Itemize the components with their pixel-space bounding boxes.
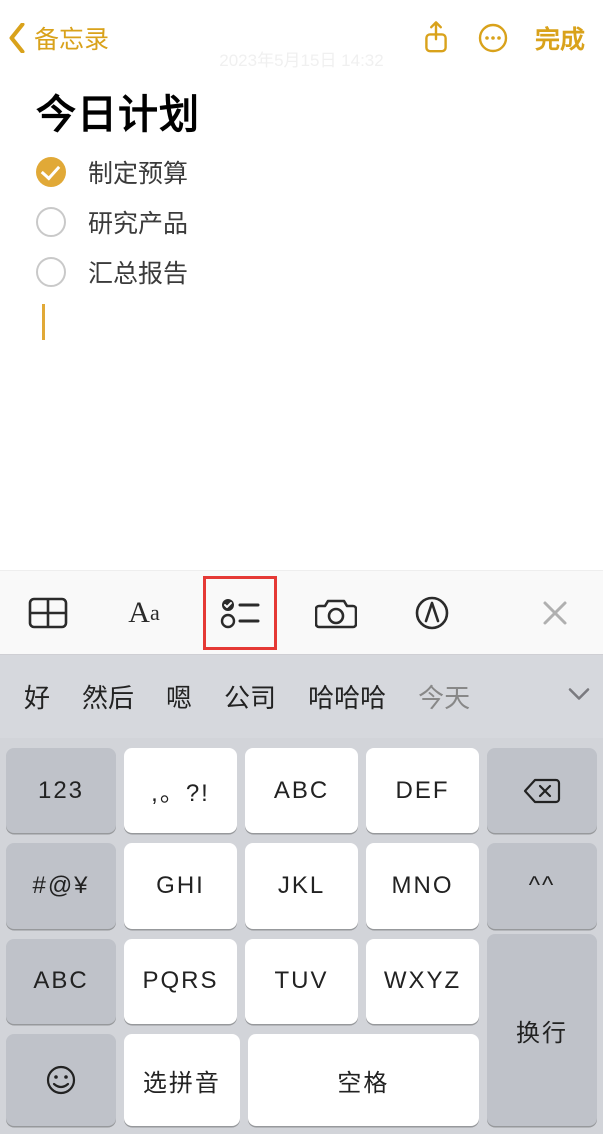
candidate-word[interactable]: 好 bbox=[8, 678, 66, 715]
checklist-item[interactable]: 制定预算 bbox=[36, 154, 567, 190]
close-icon bbox=[541, 599, 569, 627]
key-enter[interactable]: 换行 bbox=[487, 934, 597, 1126]
candidate-bar: 好 然后 嗯 公司 哈哈哈 今天 bbox=[0, 654, 603, 738]
key-abc2[interactable]: ABC bbox=[245, 748, 358, 833]
key-space[interactable]: 空格 bbox=[248, 1034, 479, 1126]
note-title[interactable]: 今日计划 bbox=[36, 82, 567, 140]
ellipsis-circle-icon bbox=[477, 22, 509, 54]
checklist-icon bbox=[220, 596, 260, 630]
checklist-item-text[interactable]: 制定预算 bbox=[88, 154, 188, 190]
nav-bar: 备忘录 完成 bbox=[0, 0, 603, 70]
key-backspace[interactable] bbox=[487, 748, 597, 833]
share-icon bbox=[421, 20, 451, 56]
key-punct[interactable]: ,。?! bbox=[124, 748, 237, 833]
text-format-button[interactable]: Aa bbox=[120, 589, 168, 637]
table-icon bbox=[28, 597, 68, 629]
key-mno[interactable]: MNO bbox=[366, 843, 479, 928]
key-symbols[interactable]: #@¥ bbox=[6, 843, 116, 928]
back-button[interactable]: 备忘录 bbox=[8, 20, 109, 56]
candidate-word[interactable]: 然后 bbox=[66, 678, 150, 715]
camera-icon bbox=[315, 596, 357, 630]
key-def[interactable]: DEF bbox=[366, 748, 479, 833]
done-button[interactable]: 完成 bbox=[535, 20, 585, 56]
checklist-button[interactable] bbox=[216, 589, 264, 637]
emoji-icon bbox=[45, 1064, 77, 1096]
backspace-icon bbox=[523, 778, 561, 804]
candidate-word[interactable]: 公司 bbox=[208, 678, 292, 715]
candidate-word[interactable]: 今天 bbox=[402, 678, 486, 715]
checklist-item[interactable]: 汇总报告 bbox=[36, 254, 567, 290]
checklist-item-text[interactable]: 研究产品 bbox=[88, 204, 188, 240]
key-123[interactable]: 123 bbox=[6, 748, 116, 833]
table-button[interactable] bbox=[24, 589, 72, 637]
back-label: 备忘录 bbox=[34, 20, 109, 56]
key-tuv[interactable]: TUV bbox=[245, 939, 358, 1024]
note-body[interactable]: 今日计划 制定预算 研究产品 汇总报告 bbox=[0, 70, 603, 570]
more-button[interactable] bbox=[477, 22, 509, 54]
format-glyph-large: A bbox=[128, 596, 150, 630]
key-ghi[interactable]: GHI bbox=[124, 843, 237, 928]
dismiss-keyboard-button[interactable] bbox=[531, 589, 579, 637]
chevron-left-icon bbox=[8, 23, 26, 53]
checkbox-unchecked-icon[interactable] bbox=[36, 207, 66, 237]
key-emoji[interactable] bbox=[6, 1034, 116, 1126]
candidate-word[interactable]: 哈哈哈 bbox=[292, 678, 402, 715]
checkbox-checked-icon[interactable] bbox=[36, 157, 66, 187]
format-glyph-small: a bbox=[150, 600, 160, 626]
key-abc[interactable]: ABC bbox=[6, 939, 116, 1024]
share-button[interactable] bbox=[421, 20, 451, 56]
key-jkl[interactable]: JKL bbox=[245, 843, 358, 928]
key-pqrs[interactable]: PQRS bbox=[124, 939, 237, 1024]
key-wxyz[interactable]: WXYZ bbox=[366, 939, 479, 1024]
checklist-item-text[interactable]: 汇总报告 bbox=[88, 254, 188, 290]
key-face[interactable]: ^^ bbox=[487, 843, 597, 928]
format-toolbar: Aa bbox=[0, 570, 603, 654]
text-cursor bbox=[42, 304, 45, 340]
chevron-down-icon bbox=[567, 686, 591, 702]
markup-icon bbox=[414, 595, 450, 631]
camera-button[interactable] bbox=[312, 589, 360, 637]
candidate-word[interactable]: 嗯 bbox=[150, 678, 208, 715]
markup-button[interactable] bbox=[408, 589, 456, 637]
key-select-pinyin[interactable]: 选拼音 bbox=[124, 1034, 240, 1126]
checklist-item[interactable]: 研究产品 bbox=[36, 204, 567, 240]
checkbox-unchecked-icon[interactable] bbox=[36, 257, 66, 287]
expand-candidates-button[interactable] bbox=[567, 686, 591, 707]
